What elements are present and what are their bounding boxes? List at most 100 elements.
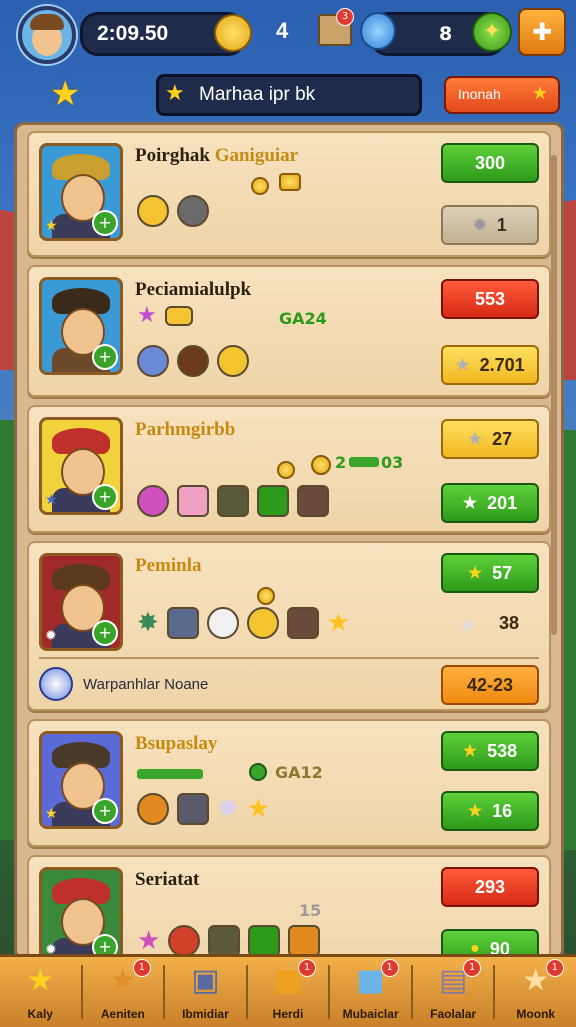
top-hud: 2:09.50 4 3 8 ✦ ✚ ★ ★ Marhaa ipr bk Inon…	[0, 0, 576, 120]
upgrade-plus-icon[interactable]: +	[92, 620, 118, 646]
character-portrait[interactable]: ✹ +	[39, 553, 123, 651]
pink-star-icon: ★	[137, 303, 157, 328]
add-gems-button[interactable]: ✦	[472, 12, 512, 52]
upgrade-plus-icon[interactable]: +	[92, 344, 118, 370]
value-text: 38	[499, 613, 520, 633]
gold-bar-icon	[164, 305, 193, 326]
nav-badge: 1	[132, 959, 151, 977]
price-button[interactable]: 293	[441, 867, 539, 907]
emerald-icon	[248, 925, 281, 957]
small-coin-icon	[311, 455, 331, 475]
nav-label: Mubaiclar	[342, 1007, 399, 1021]
character-portrait[interactable]: +	[39, 277, 123, 375]
star-icon[interactable]: ★	[50, 74, 80, 114]
progress-bar	[349, 457, 379, 467]
nav-label: Kaly	[27, 1007, 53, 1021]
level-button[interactable]: ✹ 1	[441, 205, 539, 245]
nav-item-faolalar[interactable]: ▤ 1 Faolalar	[413, 957, 494, 1027]
bomb-icon	[177, 345, 209, 377]
star-icon: ★	[26, 963, 54, 998]
player-avatar[interactable]	[18, 6, 76, 64]
mode-button-label: Inonah	[458, 86, 501, 102]
small-coin-icon	[251, 177, 269, 195]
coin-icon[interactable]	[214, 14, 252, 52]
nav-item-kaly[interactable]: ★ Kaly	[0, 957, 81, 1027]
middle-count: 4	[276, 18, 289, 43]
level-button[interactable]: ★ 16	[441, 791, 539, 831]
book-icon: ▣	[191, 963, 220, 998]
hint-button[interactable]: 42-23	[441, 665, 539, 705]
price-button[interactable]: ★ 538	[441, 731, 539, 771]
character-name: Poirghak Ganiguiar	[135, 145, 299, 166]
pink-star-icon: ★	[137, 926, 161, 956]
level-button[interactable]: ★ 201	[441, 483, 539, 523]
character-name: Bsupaslay	[135, 733, 218, 754]
price-button[interactable]: 553	[441, 279, 539, 319]
nav-badge: 1	[545, 959, 564, 977]
gold-star-icon: ★	[246, 794, 271, 824]
upgrade-plus-icon[interactable]: +	[92, 798, 118, 824]
character-portrait[interactable]: ★ +	[39, 417, 123, 515]
gear-icon: ✹	[473, 217, 487, 234]
nav-item-aeniten[interactable]: ★ 1 Aeniten	[83, 957, 164, 1027]
ring-icon	[137, 485, 169, 517]
star-icon: ★	[467, 803, 483, 820]
small-coin-icon	[257, 587, 275, 605]
progress-bar	[137, 769, 203, 779]
character-list-panel[interactable]: ★ + Poirghak Ganiguiar 300 ✹ 1 + Peciamial…	[14, 122, 564, 960]
bonus-text-2: 03	[381, 453, 404, 472]
nav-label: Herdi	[272, 1007, 304, 1021]
character-portrait[interactable]: ★ +	[39, 143, 123, 241]
star-icon: ★	[462, 743, 478, 760]
character-portrait[interactable]: ★ +	[39, 731, 123, 829]
divider	[39, 657, 539, 659]
title-star-icon: ★	[165, 81, 185, 106]
scrollbar[interactable]	[551, 155, 557, 635]
upgrade-plus-icon[interactable]: +	[92, 210, 118, 236]
character-card[interactable]: ★ + Parhmgirbb 2 03 ★ 27 ★ 201	[27, 405, 551, 533]
price-button[interactable]: ★ 27	[441, 419, 539, 459]
nav-item-herdi[interactable]: ■ 1 Herdi	[248, 957, 329, 1027]
gem-balance-value: 8	[439, 23, 453, 45]
puzzle-menu-button[interactable]: ✚	[518, 8, 566, 56]
shield-icon	[137, 793, 169, 825]
hint-row[interactable]: Warpanhlar Noane	[39, 667, 208, 701]
level-button[interactable]: ★ 2.701	[441, 345, 539, 385]
crate-icon	[288, 925, 321, 957]
crate-icon	[297, 485, 329, 517]
character-card[interactable]: ✹ + Seriatat 15 ★ 293 ● 90	[27, 855, 551, 957]
price-button[interactable]: 300	[441, 143, 539, 183]
nav-label: Aeniten	[100, 1007, 145, 1021]
price-button[interactable]: ★ 57	[441, 553, 539, 593]
bonus-text: 15	[299, 901, 322, 920]
mode-star-icon: ★	[531, 83, 548, 104]
coin-item-icon	[246, 607, 279, 639]
crate-icon	[217, 485, 249, 517]
nav-item-moonk[interactable]: ★ 1 Moonk	[495, 957, 576, 1027]
hint-text: Warpanhlar Noane	[83, 675, 209, 693]
character-card[interactable]: ★ + Poirghak Ganiguiar 300 ✹ 1	[27, 131, 551, 257]
bottom-navigation: ★ Kaly ★ 1 Aeniten ▣ Ibmidiar ■ 1 Herdi …	[0, 954, 576, 1027]
chest-icon	[286, 607, 319, 639]
safe-icon	[177, 793, 209, 825]
nav-item-mubaiclar[interactable]: ■ 1 Mubaiclar	[330, 957, 411, 1027]
coin-balance-value: 2:09.50	[97, 22, 169, 45]
crate-icon	[208, 925, 241, 957]
nav-badge: 1	[463, 959, 482, 977]
character-name: Peminla	[135, 555, 202, 576]
gem-icon	[360, 12, 396, 50]
upgrade-plus-icon[interactable]: +	[92, 484, 118, 510]
character-card[interactable]: ★ + Bsupaslay GA12 ✸ ★ ★ 538 ★ 16	[27, 719, 551, 847]
character-card[interactable]: ✹ + Peminla ✸ ★ ★ 57 ★ 38 Warpanhlar Noane…	[27, 541, 551, 711]
hint-icon	[39, 667, 73, 701]
item-gear-icon	[177, 195, 209, 227]
character-name: Peciamialulpk	[135, 279, 252, 300]
mode-button[interactable]: Inonah ★	[444, 76, 560, 114]
character-name: Seriatat	[135, 869, 200, 890]
nav-item-ibmidiar[interactable]: ▣ Ibmidiar	[165, 957, 246, 1027]
mask-icon	[168, 925, 201, 957]
crate-badge: 3	[336, 8, 354, 26]
nav-badge: 1	[298, 959, 317, 977]
character-card[interactable]: + Peciamialulpk ★ GA24 553 ★ 2.701	[27, 265, 551, 397]
character-portrait[interactable]: ✹ +	[39, 867, 123, 957]
